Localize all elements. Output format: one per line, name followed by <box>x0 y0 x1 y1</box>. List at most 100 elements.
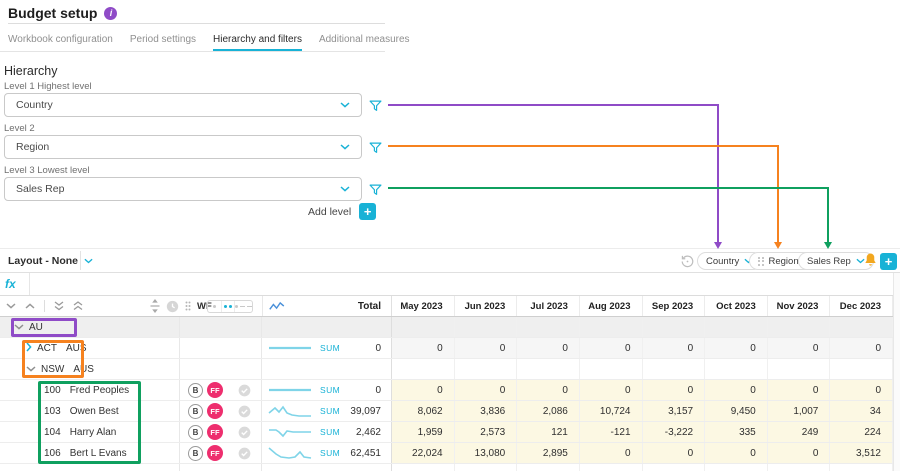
month-cell[interactable]: 0 <box>392 338 455 358</box>
check-icon[interactable] <box>238 447 251 460</box>
month-cell[interactable]: 0 <box>705 338 768 358</box>
bell-icon[interactable] <box>864 253 877 272</box>
collapse-all-icon[interactable] <box>54 301 64 311</box>
month-cell[interactable] <box>705 359 768 379</box>
clock-icon[interactable] <box>166 300 179 313</box>
column-header-nov-2023[interactable]: Nov 2023 <box>768 296 831 316</box>
filter-icon[interactable] <box>369 100 382 112</box>
month-cell[interactable]: 13,080 <box>455 443 518 463</box>
line-chart-icon[interactable] <box>269 301 285 312</box>
month-cell[interactable]: 1,959 <box>392 422 455 442</box>
drag-handle-icon[interactable] <box>758 257 764 266</box>
month-cell[interactable]: 9,450 <box>705 401 768 421</box>
level-2-select[interactable]: Region <box>4 135 362 159</box>
month-cell[interactable]: 0 <box>705 443 768 463</box>
month-cell[interactable]: 3,157 <box>643 401 706 421</box>
column-header-may-2023[interactable]: May 2023 <box>392 296 455 316</box>
row-label[interactable]: 103Owen Best <box>0 401 180 421</box>
check-icon[interactable] <box>238 405 251 418</box>
aggregation-label[interactable]: SUM <box>320 385 340 395</box>
month-cell[interactable]: 3,512 <box>830 443 893 463</box>
month-cell[interactable] <box>517 359 580 379</box>
month-cell[interactable]: 1,007 <box>768 401 831 421</box>
month-cell[interactable]: 0 <box>768 338 831 358</box>
month-cell[interactable] <box>830 317 893 337</box>
month-cell[interactable]: 2,086 <box>517 401 580 421</box>
check-icon[interactable] <box>238 426 251 439</box>
level-2-filter-icon[interactable] <box>369 141 382 159</box>
level-1-filter-icon[interactable] <box>369 99 382 117</box>
month-cell[interactable]: 3,836 <box>455 401 518 421</box>
month-cell[interactable]: -3,222 <box>643 422 706 442</box>
month-cell[interactable] <box>643 317 706 337</box>
month-cell[interactable]: 0 <box>517 380 580 400</box>
expand-all-icon[interactable] <box>73 301 83 311</box>
grid-add-button[interactable]: + <box>880 253 897 270</box>
month-cell[interactable] <box>517 317 580 337</box>
tab-period-settings[interactable]: Period settings <box>130 34 196 51</box>
month-cell[interactable]: 121 <box>517 422 580 442</box>
month-cell[interactable] <box>768 317 831 337</box>
month-cell[interactable] <box>768 359 831 379</box>
month-cell[interactable] <box>455 317 518 337</box>
month-cell[interactable]: 0 <box>580 443 643 463</box>
badge-ff[interactable]: FF <box>207 382 223 398</box>
tab-additional-measures[interactable]: Additional measures <box>319 34 410 51</box>
level-3-select[interactable]: Sales Rep <box>4 177 362 201</box>
month-cell[interactable]: 10,724 <box>580 401 643 421</box>
month-cell[interactable]: 335 <box>705 422 768 442</box>
row-expand-toggle[interactable] <box>14 322 24 333</box>
month-cell[interactable]: 0 <box>830 338 893 358</box>
month-cell[interactable]: 0 <box>768 443 831 463</box>
month-cell[interactable]: 0 <box>768 380 831 400</box>
row-expand-toggle[interactable] <box>26 342 32 355</box>
filter-icon[interactable] <box>369 142 382 154</box>
month-cell[interactable] <box>580 359 643 379</box>
month-cell[interactable] <box>705 317 768 337</box>
density-option-2[interactable] <box>222 301 236 312</box>
badge-b[interactable]: B <box>188 446 203 461</box>
row-label[interactable]: 100Fred Peoples <box>0 380 180 400</box>
month-cell[interactable]: -121 <box>580 422 643 442</box>
column-header-sep-2023[interactable]: Sep 2023 <box>643 296 706 316</box>
month-cell[interactable]: 0 <box>705 380 768 400</box>
column-header-jul-2023[interactable]: Jul 2023 <box>517 296 580 316</box>
row-label[interactable]: 106Bert L Evans <box>0 443 180 463</box>
column-header-aug-2023[interactable]: Aug 2023 <box>580 296 643 316</box>
aggregation-label[interactable]: SUM <box>320 406 340 416</box>
badge-ff[interactable]: FF <box>207 445 223 461</box>
aggregation-label[interactable]: SUM <box>320 448 340 458</box>
column-header-total[interactable]: Total <box>262 296 392 316</box>
month-cell[interactable]: 8,062 <box>392 401 455 421</box>
level-1-select[interactable]: Country <box>4 93 362 117</box>
aggregation-label[interactable]: SUM <box>320 427 340 437</box>
column-header-dec-2023[interactable]: Dec 2023 <box>830 296 893 316</box>
row-label[interactable]: ACTAUS <box>0 338 180 358</box>
grid-scrollbar-gutter[interactable] <box>893 273 900 471</box>
month-cell[interactable] <box>455 359 518 379</box>
level-pill-sales-rep[interactable]: Sales Rep <box>798 252 874 270</box>
history-icon[interactable] <box>680 254 695 274</box>
month-cell[interactable] <box>580 317 643 337</box>
aggregation-label[interactable]: SUM <box>320 343 340 353</box>
add-level-button[interactable]: + <box>359 203 376 220</box>
month-cell[interactable]: 249 <box>768 422 831 442</box>
formula-bar[interactable]: fx <box>0 273 900 296</box>
info-icon[interactable]: i <box>104 7 117 20</box>
month-cell[interactable]: 0 <box>580 380 643 400</box>
badge-b[interactable]: B <box>188 383 203 398</box>
month-cell[interactable] <box>392 317 455 337</box>
row-label[interactable]: AU <box>0 317 180 337</box>
badge-b[interactable]: B <box>188 404 203 419</box>
month-cell[interactable]: 0 <box>643 443 706 463</box>
badge-b[interactable]: B <box>188 425 203 440</box>
month-cell[interactable]: 0 <box>455 380 518 400</box>
month-cell[interactable] <box>392 359 455 379</box>
month-cell[interactable]: 0 <box>643 338 706 358</box>
tab-hierarchy-and-filters[interactable]: Hierarchy and filters <box>213 34 302 51</box>
tab-workbook-configuration[interactable]: Workbook configuration <box>8 34 113 51</box>
row-resize-icon[interactable] <box>150 299 160 313</box>
month-cell[interactable]: 0 <box>643 380 706 400</box>
month-cell[interactable] <box>643 359 706 379</box>
check-icon[interactable] <box>238 384 251 397</box>
